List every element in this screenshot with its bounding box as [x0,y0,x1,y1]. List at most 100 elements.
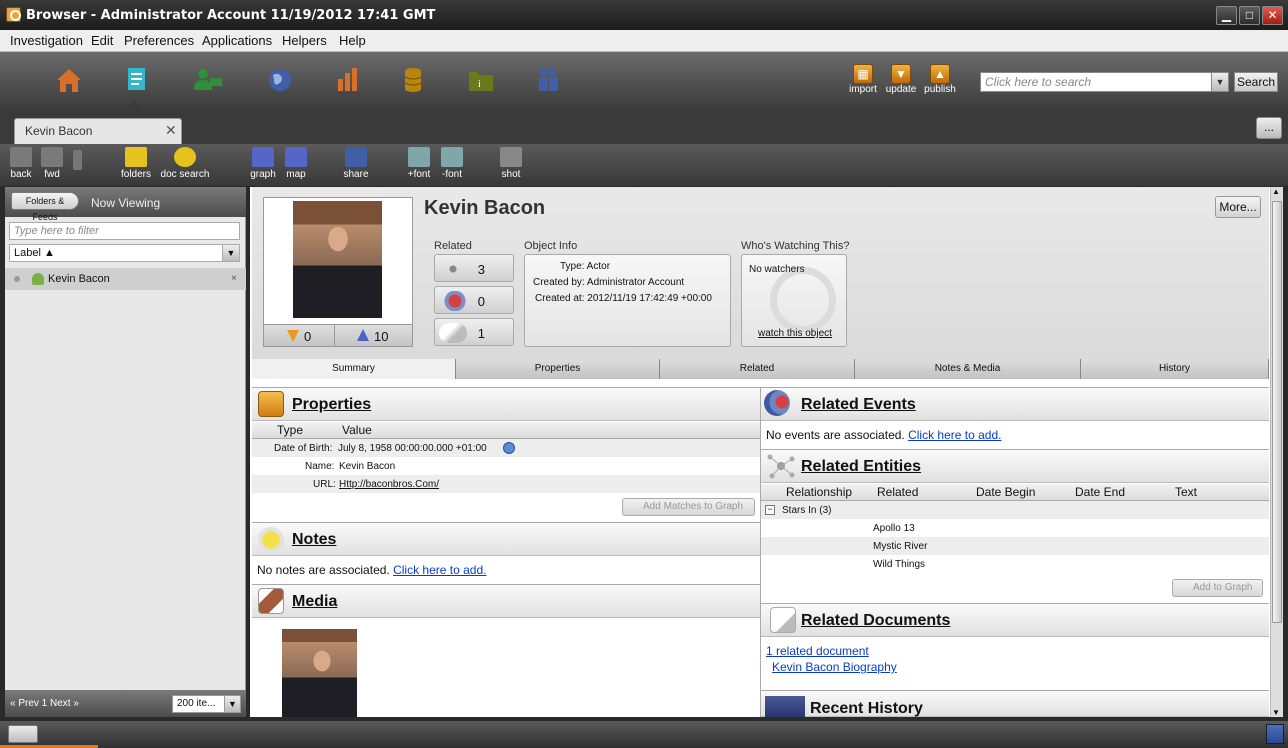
menu-investigation[interactable]: Investigation [10,33,83,48]
related-documents-title[interactable]: Related Documents [801,612,950,630]
menu-bar: Investigation Edit Preferences Applicati… [0,30,1288,52]
related-entity[interactable]: Wild Things [873,559,925,570]
items-per-page-select[interactable]: 200 ite... ▼ [172,695,241,713]
col-text-header[interactable]: Text [1175,485,1197,499]
col-value-header[interactable]: Value [342,423,372,437]
search-button[interactable]: Search [1234,72,1278,92]
maximize-button[interactable]: □ [1239,6,1260,25]
home-icon[interactable] [51,64,87,96]
add-event-link[interactable]: Click here to add. [908,428,1001,442]
info-icon[interactable] [503,442,515,454]
notes-title[interactable]: Notes [292,531,336,549]
col-date-end-header[interactable]: Date End [1075,485,1125,499]
col-date-begin-header[interactable]: Date Begin [976,485,1035,499]
back-button[interactable]: back [9,147,33,180]
related-documents-count: 1 [477,326,485,341]
map-button[interactable]: map [282,147,310,180]
menu-preferences[interactable]: Preferences [124,33,194,48]
increase-font-label: +font [407,169,431,180]
search-input[interactable]: Click here to search [980,72,1212,92]
related-entity[interactable]: Apollo 13 [873,523,915,534]
menu-edit[interactable]: Edit [91,33,113,48]
expand-icon[interactable] [1266,724,1284,744]
related-entity[interactable]: Mystic River [873,541,927,552]
media-title[interactable]: Media [292,593,337,611]
watch-object-link[interactable]: watch this object [758,328,832,339]
doc-search-button[interactable]: doc search [158,147,212,180]
col-type-header[interactable]: Type [277,423,303,437]
update-button[interactable]: ▼ update [881,64,921,106]
related-events-button[interactable]: 0 [434,286,514,314]
import-button[interactable]: ▦ import [843,64,883,106]
decrease-font-button[interactable]: -font [437,147,467,180]
related-document-link[interactable]: Kevin Bacon Biography [772,660,897,674]
sort-select[interactable]: Label ▲ ▼ [9,244,240,262]
folders-button[interactable]: folders [118,147,154,180]
vote-down-button[interactable]: 0 [264,324,334,346]
scroll-up-icon[interactable]: ▲ [1272,187,1280,196]
forward-button[interactable]: fwd [40,147,64,180]
chevron-down-icon[interactable]: ▼ [224,696,240,712]
tab-kevin-bacon[interactable]: Kevin Bacon ✕ [14,118,182,144]
document-icon[interactable] [118,64,154,96]
properties-title[interactable]: Properties [292,396,371,414]
filter-input[interactable]: Type here to filter [9,222,240,240]
increase-font-button[interactable]: +font [404,147,434,180]
search-dropdown-button[interactable]: ▼ [1211,72,1229,92]
folder-icon[interactable]: i [463,64,499,96]
related-document-count-link[interactable]: 1 related document [766,644,869,658]
sidebar-item-close-icon[interactable]: × [231,273,237,284]
tab-close-icon[interactable]: ✕ [165,122,177,139]
globe-icon[interactable] [262,64,298,96]
publish-button[interactable]: ▲ publish [920,64,960,106]
chevron-down-icon[interactable]: ▼ [222,245,239,261]
bar-chart-icon[interactable] [330,64,366,96]
tab-summary[interactable]: Summary [252,359,456,379]
related-events-empty-text: No events are associated. Click here to … [766,428,1001,442]
related-events-title[interactable]: Related Events [801,396,916,414]
history-dropdown[interactable] [73,150,82,170]
pager[interactable]: « Prev 1 Next » [10,698,79,709]
tab-overflow-button[interactable]: ... [1256,117,1282,139]
add-note-link[interactable]: Click here to add. [393,563,486,577]
col-related-header[interactable]: Related [877,485,918,499]
user-icon[interactable] [190,64,226,96]
vertical-scrollbar[interactable]: ▲ ▼ [1270,187,1283,717]
sidebar-item-label: Kevin Bacon [48,273,110,285]
tab-notes-media[interactable]: Notes & Media [855,359,1081,379]
scrollbar-thumb[interactable] [1272,201,1282,623]
share-button[interactable]: share [342,147,370,180]
people-icon[interactable] [530,64,566,96]
minimize-button[interactable]: ▁ [1216,6,1237,25]
database-icon[interactable] [395,64,431,96]
close-button[interactable]: ✕ [1262,6,1283,25]
related-entities-count: 3 [477,262,485,277]
publish-icon: ▲ [930,64,950,84]
tab-related[interactable]: Related [660,359,855,379]
more-button[interactable]: More... [1215,196,1261,218]
related-entities-button[interactable]: 3 [434,254,514,282]
status-search-icon[interactable] [8,725,38,743]
menu-helpers[interactable]: Helpers [282,33,327,48]
related-entities-title[interactable]: Related Entities [801,458,921,476]
col-relationship-header[interactable]: Relationship [786,485,852,499]
collapse-icon[interactable]: − [765,505,775,515]
add-to-graph-button[interactable]: Add to Graph [1172,579,1263,597]
related-documents-button[interactable]: 1 [434,318,514,346]
tab-history[interactable]: History [1081,359,1269,379]
add-matches-to-graph-button[interactable]: Add Matches to Graph [622,498,755,516]
scroll-down-icon[interactable]: ▼ [1272,708,1280,717]
menu-help[interactable]: Help [339,33,366,48]
media-thumbnail[interactable] [282,629,357,717]
tab-properties[interactable]: Properties [456,359,660,379]
entity-photo [293,201,382,318]
url-link[interactable]: Http://baconbros.Com/ [339,479,439,490]
sidebar-item-kevin-bacon[interactable]: Kevin Bacon × [5,268,246,290]
screenshot-button[interactable]: shot [497,147,525,180]
graph-button[interactable]: graph [249,147,277,180]
menu-applications[interactable]: Applications [202,33,272,48]
folders-feeds-button[interactable]: Folders & Feeds [11,192,79,222]
camera-icon [500,147,522,167]
recent-history-title[interactable]: Recent History [810,700,923,718]
vote-up-button[interactable]: 10 [334,324,412,346]
